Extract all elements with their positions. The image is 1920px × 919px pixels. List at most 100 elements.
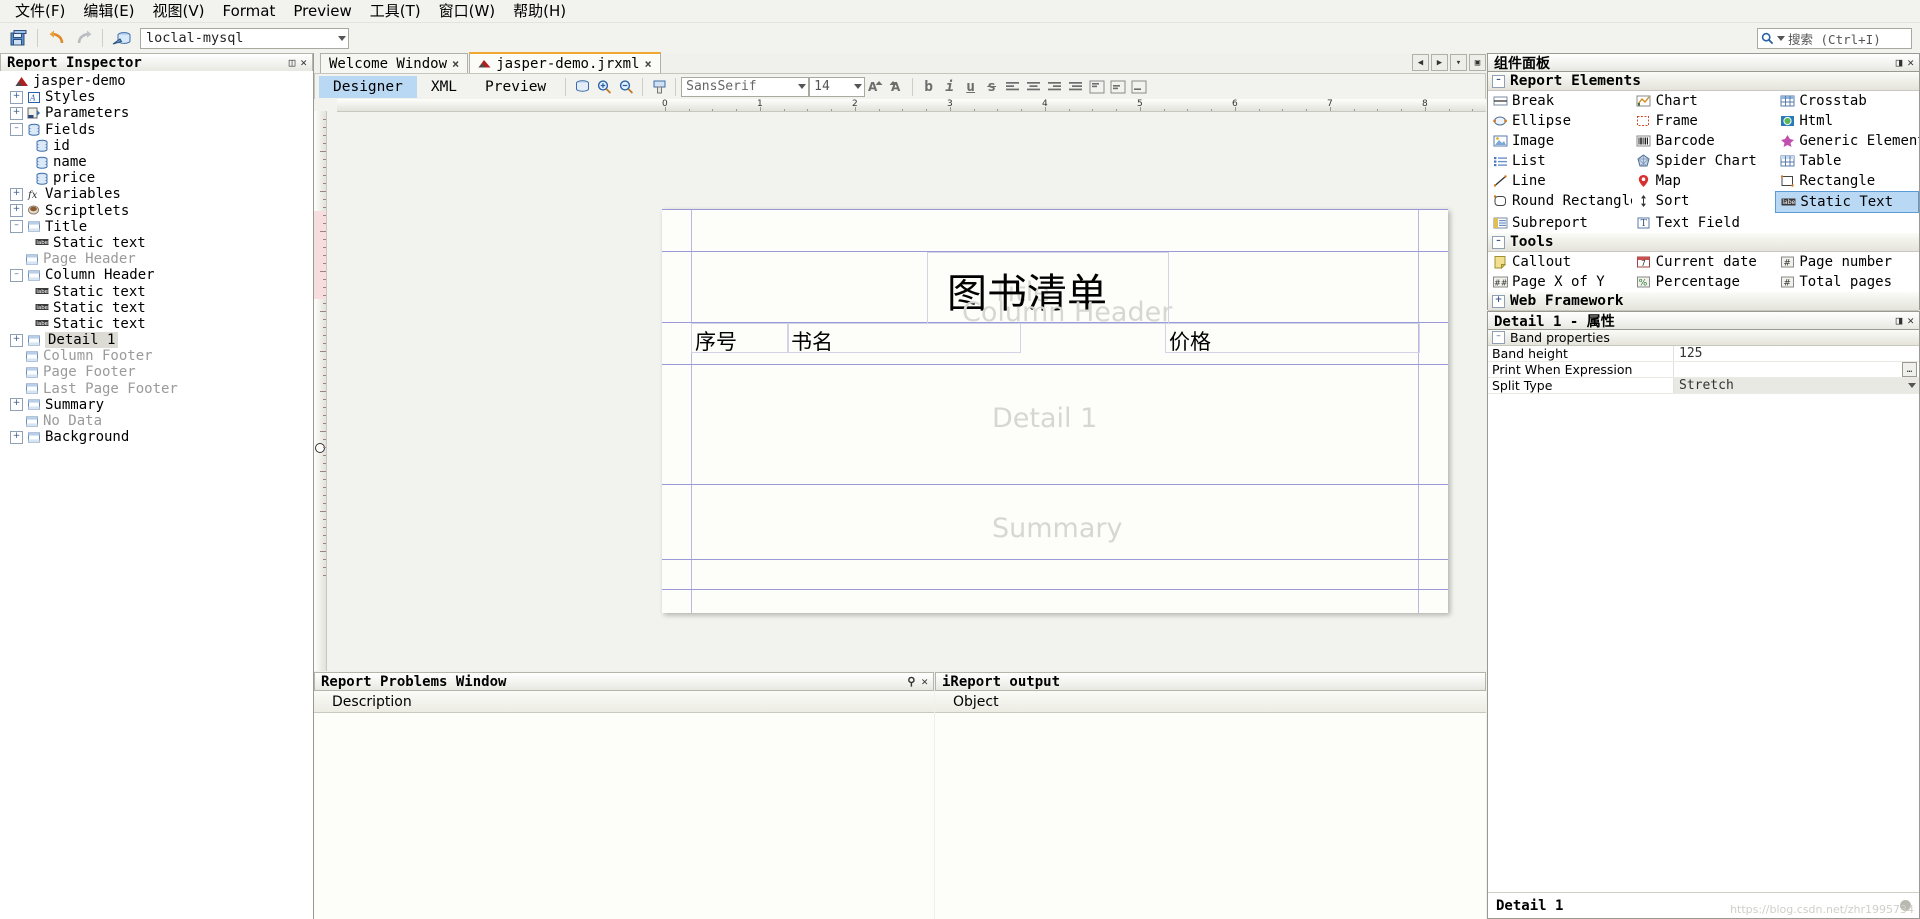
tree-expand-icon[interactable]: + xyxy=(10,204,23,218)
tree-node-static-text[interactable]: label Static text xyxy=(0,316,313,332)
datasource-combo[interactable]: loclal-mysql xyxy=(140,27,349,49)
menu-format[interactable]: Format xyxy=(214,0,285,22)
align-left-button[interactable] xyxy=(1002,77,1023,97)
expand-panel-icon[interactable]: ◨ xyxy=(1896,56,1903,69)
tree-node-background[interactable]: + Background xyxy=(0,429,313,445)
tree-node-last-page-footer[interactable]: Last Page Footer xyxy=(0,381,313,397)
menu-edit[interactable]: 编辑(E) xyxy=(74,0,143,22)
palette-item-barcode[interactable]: Barcode xyxy=(1632,131,1776,151)
report-tree[interactable]: jasper-demo + A Styles + Parameters – Fields id n… xyxy=(0,71,313,919)
palette-item-page-x-of-y[interactable]: ## Page X of Y xyxy=(1488,272,1632,292)
palette-item-percentage[interactable]: % Percentage xyxy=(1632,272,1776,292)
ellipsis-button-icon[interactable]: … xyxy=(1902,362,1917,377)
palette-collapse-icon[interactable]: – xyxy=(1492,74,1505,88)
tree-node-variables[interactable]: + fx Variables xyxy=(0,186,313,202)
tree-node-parameters[interactable]: + Parameters xyxy=(0,105,313,121)
band-line-detail-end[interactable] xyxy=(662,484,1448,485)
tree-node-column-header[interactable]: – Column Header xyxy=(0,267,313,283)
tree-node-detail-1[interactable]: + Detail 1 xyxy=(0,332,313,349)
palette-item-current-date[interactable]: 7 Current date xyxy=(1632,252,1776,272)
palette-item-frame[interactable]: Frame xyxy=(1632,111,1776,131)
underline-button[interactable]: u xyxy=(960,77,981,97)
palette-item-crosstab[interactable]: Crosstab xyxy=(1775,91,1919,111)
pin-icon[interactable]: ⚲ xyxy=(907,675,915,688)
palette-item-page-number[interactable]: # Page number xyxy=(1775,252,1919,272)
tree-collapse-icon[interactable]: – xyxy=(10,268,23,282)
format-painter-button[interactable] xyxy=(648,76,670,98)
align-center-button[interactable] xyxy=(1023,77,1044,97)
palette-item-image[interactable]: Image xyxy=(1488,131,1632,151)
palette-item-spider-chart[interactable]: Spider Chart xyxy=(1632,151,1776,171)
close-properties-icon[interactable]: ✕ xyxy=(1907,314,1914,327)
palette-item-ellipse[interactable]: Ellipse xyxy=(1488,111,1632,131)
tree-node-summary[interactable]: + Summary xyxy=(0,397,313,413)
tree-node-no-data[interactable]: No Data xyxy=(0,413,313,429)
property-row-band-height[interactable]: Band height 125 xyxy=(1488,346,1919,362)
palette-item-round-rectangle[interactable]: Round Rectangle xyxy=(1488,191,1632,211)
palette-item-list[interactable]: List xyxy=(1488,151,1632,171)
tree-collapse-icon[interactable]: – xyxy=(10,123,23,137)
design-canvas[interactable]: 012345678 Title 图书清单 Column Header 序号 书名… xyxy=(314,99,1486,671)
palette-item-table[interactable]: Table xyxy=(1775,151,1919,171)
palette-item-sort[interactable]: Sort xyxy=(1632,191,1776,211)
tree-expand-icon[interactable]: + xyxy=(10,90,23,104)
tab-list-button[interactable]: ▾ xyxy=(1450,54,1467,71)
align-justify-button[interactable] xyxy=(1065,77,1086,97)
property-row-print-when-expression[interactable]: Print When Expression… xyxy=(1488,362,1919,378)
tree-expand-icon[interactable]: + xyxy=(10,333,23,347)
tree-expand-icon[interactable]: + xyxy=(10,106,23,120)
italic-button[interactable]: i xyxy=(939,77,960,97)
property-row-split-type[interactable]: Split Type Stretch xyxy=(1488,378,1919,394)
menu-window[interactable]: 窗口(W) xyxy=(430,0,505,22)
palette-section-web-framework[interactable]: + Web Framework xyxy=(1488,292,1919,311)
tree-expand-icon[interactable]: + xyxy=(10,430,23,444)
expand-properties-icon[interactable]: ◨ xyxy=(1896,314,1903,327)
menu-file[interactable]: 文件(F) xyxy=(6,0,74,22)
tree-node-price[interactable]: price xyxy=(0,170,313,186)
view-mode-preview[interactable]: Preview xyxy=(471,76,560,98)
close-panel-icon[interactable]: ✕ xyxy=(300,56,307,69)
tree-node-page-header[interactable]: Page Header xyxy=(0,251,313,267)
palette-item-total-pages[interactable]: # Total pages xyxy=(1775,272,1919,292)
band-line-column-header-end[interactable] xyxy=(662,364,1448,365)
property-value-combo[interactable]: Stretch xyxy=(1674,378,1919,393)
font-size-combo[interactable]: 14 xyxy=(809,76,866,97)
tree-node-scriptlets[interactable]: + Scriptlets xyxy=(0,203,313,219)
close-icon[interactable]: ✕ xyxy=(921,675,928,688)
menu-view[interactable]: 视图(V) xyxy=(144,0,214,22)
font-family-combo[interactable]: SansSerif xyxy=(681,76,810,97)
palette-item-text-field[interactable]: T Text Field xyxy=(1632,213,1776,233)
tab-welcome-close-icon[interactable]: × xyxy=(452,57,459,71)
menu-tools[interactable]: 工具(T) xyxy=(361,0,430,22)
scroll-tabs-left-button[interactable]: ◀ xyxy=(1412,54,1429,71)
valign-top-button[interactable] xyxy=(1086,77,1107,97)
palette-section-report-elements[interactable]: – Report Elements xyxy=(1488,72,1919,91)
tree-expand-icon[interactable]: + xyxy=(10,187,23,201)
scroll-tabs-right-button[interactable]: ▶ xyxy=(1431,54,1448,71)
palette-item-line[interactable]: Line xyxy=(1488,171,1632,191)
tree-node-fields[interactable]: – Fields xyxy=(0,122,313,138)
tab-jrxml-close-icon[interactable]: × xyxy=(645,57,652,71)
palette-expand-icon[interactable]: + xyxy=(1492,294,1505,308)
tree-node-static-text[interactable]: label Static text xyxy=(0,235,313,251)
zoom-in-button[interactable] xyxy=(593,76,615,98)
menu-preview[interactable]: Preview xyxy=(284,0,360,22)
valign-bottom-button[interactable] xyxy=(1128,77,1149,97)
tree-node-page-footer[interactable]: Page Footer xyxy=(0,364,313,380)
band-properties-group[interactable]: – Band properties xyxy=(1488,330,1919,346)
undo-button[interactable] xyxy=(45,26,69,50)
tab-jasper-demo-jrxml[interactable]: jasper-demo.jrxml × xyxy=(469,52,661,73)
dataset-button[interactable] xyxy=(571,76,593,98)
palette-collapse-icon[interactable]: – xyxy=(1492,235,1505,249)
palette-item-html[interactable]: Html xyxy=(1775,111,1919,131)
align-right-button[interactable] xyxy=(1044,77,1065,97)
increase-font-size-button[interactable]: A xyxy=(865,77,886,97)
tree-node-title[interactable]: – Title xyxy=(0,219,313,235)
tree-node-column-footer[interactable]: Column Footer xyxy=(0,348,313,364)
maximize-editor-button[interactable]: ▣ xyxy=(1469,54,1486,71)
report-page[interactable]: Title 图书清单 Column Header 序号 书名 价格 Detail… xyxy=(662,209,1448,613)
valign-middle-button[interactable] xyxy=(1107,77,1128,97)
tree-node-static-text[interactable]: label Static text xyxy=(0,300,313,316)
property-value-field[interactable]: … xyxy=(1674,362,1919,377)
tree-node-name[interactable]: name xyxy=(0,154,313,170)
